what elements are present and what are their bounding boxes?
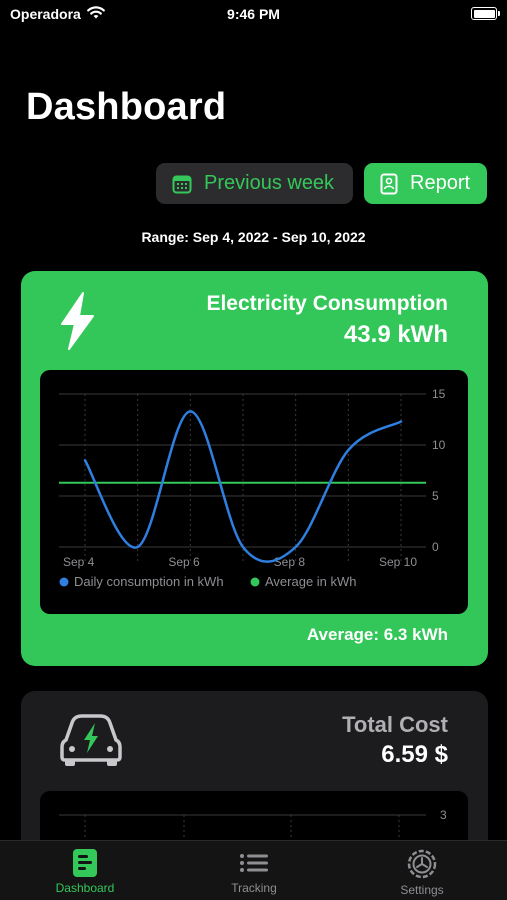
total-cost-value: 6.59 $ [381,741,448,768]
tab-dashboard[interactable]: Dashboard [25,841,145,900]
previous-week-button[interactable]: Previous week [156,163,353,204]
x-tick-label: Sep 8 [274,555,306,569]
report-button[interactable]: Report [364,163,487,204]
x-tick-label: Sep 6 [168,555,200,569]
electricity-card-value: 43.9 kWh [343,321,448,348]
tab-bar: Dashboard Tracking Settings [0,840,507,900]
status-time: 9:46 PM [227,6,280,22]
tab-settings-label: Settings [400,883,444,897]
gear-icon [407,849,437,879]
bolt-icon [61,292,94,350]
legend-swatch-average [250,577,260,587]
tab-tracking[interactable]: Tracking [194,841,314,900]
date-range-label: Range: Sep 4, 2022 - Sep 10, 2022 [141,229,366,245]
electric-car-icon [60,714,122,766]
status-bar: Operadora 9:46 PM [0,0,507,30]
tab-dashboard-label: Dashboard [55,881,115,895]
dashboard-icon [73,849,97,877]
y-tick-label: 3 [440,808,447,822]
x-tick-label: Sep 10 [379,555,417,569]
calendar-icon [172,175,192,193]
y-tick-label: 10 [432,438,446,452]
tab-tracking-label: Tracking [231,881,277,895]
y-tick-label: 15 [432,387,446,401]
page-title: Dashboard [26,86,227,128]
tab-settings[interactable]: Settings [362,841,482,900]
legend-label-consumption: Daily consumption in kWh [74,574,224,589]
legend-label-average: Average in kWh [265,574,357,589]
list-icon [240,854,268,872]
electricity-consumption-card[interactable]: Electricity Consumption 43.9 kWh 0 5 10 15 S… [21,271,488,666]
total-cost-title: Total Cost [342,712,448,737]
consumption-chart-svg: 0 5 10 15 Sep 4 Sep 6 Sep 8 Sep 10 Daily consump… [59,387,446,589]
report-icon [380,173,398,194]
y-tick-label: 0 [432,540,439,554]
previous-week-label: Previous week [204,172,335,194]
x-tick-label: Sep 4 [63,555,95,569]
report-label: Report [410,172,471,194]
y-tick-label: 5 [432,489,439,503]
electricity-card-title: Electricity Consumption [206,292,448,315]
consumption-chart: 0 5 10 15 Sep 4 Sep 6 Sep 8 Sep 10 Daily consump… [40,370,468,614]
legend-swatch-consumption [59,577,69,587]
battery-icon [471,7,500,20]
average-label: Average: 6.3 kWh [306,625,448,644]
